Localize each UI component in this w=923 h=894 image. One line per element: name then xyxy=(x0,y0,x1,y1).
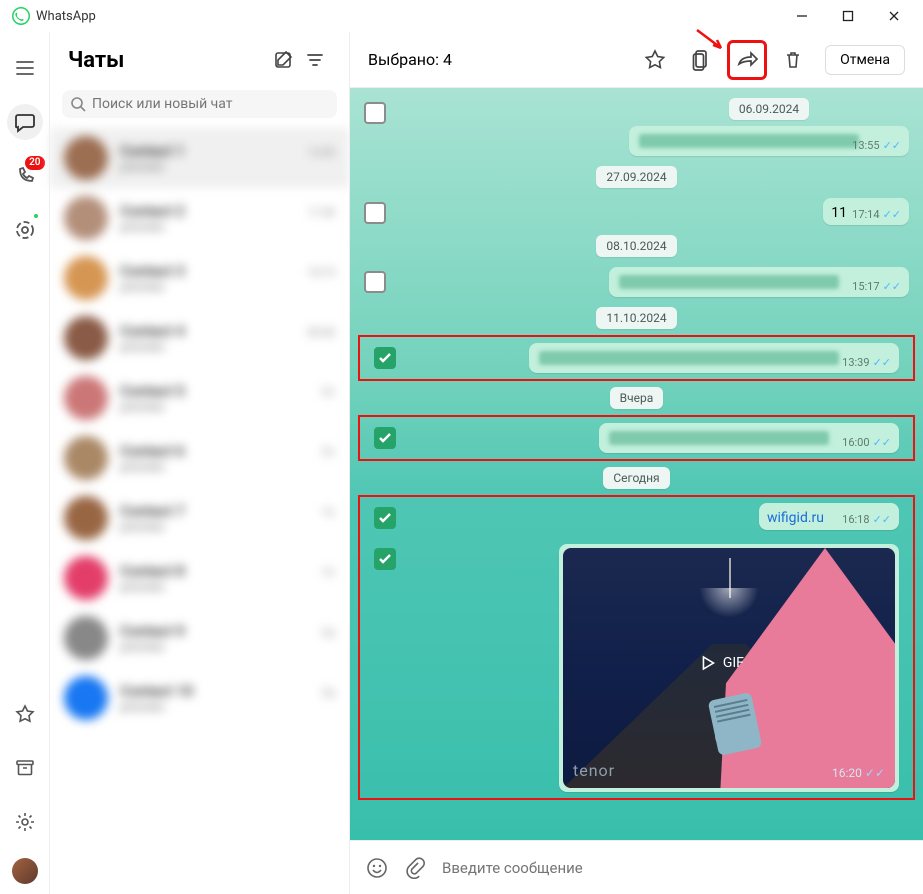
whatsapp-logo-icon xyxy=(12,7,30,25)
read-ticks-icon: ✓✓ xyxy=(883,139,901,152)
message-checkbox[interactable] xyxy=(374,347,396,369)
message-bubble[interactable]: 11 17:14✓✓ xyxy=(823,198,909,225)
chat-item[interactable]: Contact 8Чтpreview xyxy=(50,548,349,608)
chats-nav-icon[interactable] xyxy=(7,104,43,140)
read-ticks-icon: ✓✓ xyxy=(873,356,891,369)
message-checkbox[interactable] xyxy=(374,427,396,449)
message-bubble[interactable]: 13:55✓✓ xyxy=(629,126,909,156)
annotation-highlight: 16:00✓✓ xyxy=(358,415,915,461)
message-bubble-gif[interactable]: GIF tenor 16:20✓✓ xyxy=(559,544,899,792)
date-separator: 08.10.2024 xyxy=(596,235,676,257)
message-checkbox[interactable] xyxy=(374,507,396,529)
chat-item[interactable]: Contact 7Чтpreview xyxy=(50,488,349,548)
chat-item[interactable]: Contact 5Птpreview xyxy=(50,368,349,428)
message-checkbox[interactable] xyxy=(374,548,396,570)
star-button[interactable] xyxy=(635,40,675,80)
calls-nav-icon[interactable]: 20 xyxy=(7,158,43,194)
attach-icon[interactable] xyxy=(404,857,426,879)
chat-item[interactable]: Contact 310:15preview xyxy=(50,248,349,308)
cancel-button[interactable]: Отмена xyxy=(825,45,905,75)
read-ticks-icon: ✓✓ xyxy=(883,280,901,293)
read-ticks-icon: ✓✓ xyxy=(865,766,885,780)
date-separator: Вчера xyxy=(610,387,664,409)
annotation-highlight: 13:39✓✓ xyxy=(358,335,915,381)
messages-panel: 06.09.2024 13:55✓✓ 27.09.2024 11 17:14✓✓ xyxy=(350,88,923,840)
selection-count-label: Выбрано: 4 xyxy=(368,50,629,69)
message-bubble[interactable]: 16:00✓✓ xyxy=(599,423,899,453)
search-icon xyxy=(70,96,86,112)
settings-nav-icon[interactable] xyxy=(7,804,43,840)
chat-item[interactable]: Contact 10Срpreview xyxy=(50,668,349,728)
search-input-wrapper[interactable] xyxy=(62,90,337,118)
chat-list: Contact 112:00preview Contact 211:30prev… xyxy=(50,128,349,894)
play-gif-icon[interactable]: GIF xyxy=(701,655,744,671)
menu-icon[interactable] xyxy=(7,50,43,86)
search-input[interactable] xyxy=(92,96,329,112)
chats-heading: Чаты xyxy=(68,48,267,73)
status-nav-icon[interactable] xyxy=(7,212,43,248)
date-separator: 11.10.2024 xyxy=(596,307,676,329)
chat-item[interactable]: Contact 6Птpreview xyxy=(50,428,349,488)
profile-avatar[interactable] xyxy=(12,858,38,884)
chat-item[interactable]: Contact 211:30preview xyxy=(50,188,349,248)
read-ticks-icon: ✓✓ xyxy=(873,513,891,526)
read-ticks-icon: ✓✓ xyxy=(883,208,901,221)
message-bubble[interactable]: 15:17✓✓ xyxy=(609,267,909,297)
chat-item[interactable]: Contact 9Срpreview xyxy=(50,608,349,668)
message-checkbox[interactable] xyxy=(364,202,386,224)
window-minimize-button[interactable] xyxy=(779,0,825,32)
date-separator: Сегодня xyxy=(603,467,669,489)
title-bar-app-name: WhatsApp xyxy=(36,9,779,24)
message-link[interactable]: wifigid.ru xyxy=(767,510,824,526)
emoji-icon[interactable] xyxy=(366,857,388,879)
annotation-arrow-icon xyxy=(695,28,727,54)
archived-nav-icon[interactable] xyxy=(7,750,43,786)
message-checkbox[interactable] xyxy=(364,271,386,293)
chat-item[interactable]: Contact 112:00preview xyxy=(50,128,349,188)
window-close-button[interactable] xyxy=(871,0,917,32)
chat-item[interactable]: Contact 409:40preview xyxy=(50,308,349,368)
message-bubble[interactable]: wifigid.ru 16:18✓✓ xyxy=(759,503,899,530)
message-input[interactable] xyxy=(442,859,907,877)
filter-icon[interactable] xyxy=(299,44,331,76)
date-separator: 27.09.2024 xyxy=(596,166,676,188)
gif-preview[interactable]: GIF tenor 16:20✓✓ xyxy=(563,548,895,788)
read-ticks-icon: ✓✓ xyxy=(873,436,891,449)
forward-button[interactable] xyxy=(727,40,767,80)
gif-watermark: tenor xyxy=(573,761,615,780)
calls-badge: 20 xyxy=(25,156,44,170)
new-chat-icon[interactable] xyxy=(267,44,299,76)
message-checkbox[interactable] xyxy=(364,102,386,124)
starred-nav-icon[interactable] xyxy=(7,696,43,732)
message-bubble[interactable]: 13:39✓✓ xyxy=(529,343,899,373)
delete-button[interactable] xyxy=(773,40,813,80)
status-dot-icon xyxy=(32,212,40,220)
window-maximize-button[interactable] xyxy=(825,0,871,32)
annotation-highlight: wifigid.ru 16:18✓✓ xyxy=(358,495,915,800)
date-separator: 06.09.2024 xyxy=(729,98,809,120)
